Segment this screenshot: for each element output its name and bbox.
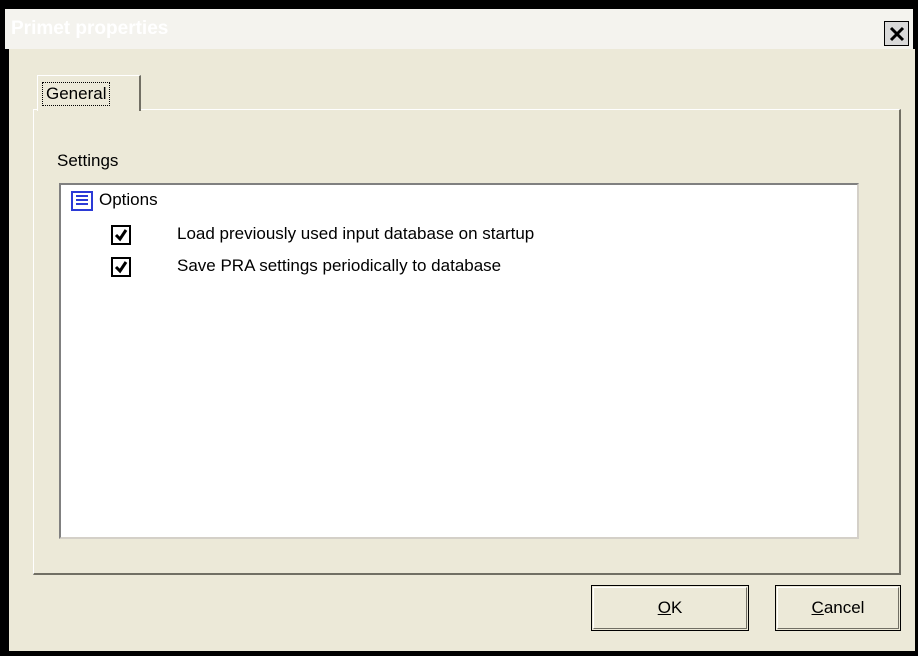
dialog-client-area: General Settings Options Load previously… <box>9 49 915 651</box>
tab-general[interactable]: General <box>37 75 141 111</box>
cancel-mnemonic: C <box>811 598 824 617</box>
check-icon <box>114 261 128 274</box>
ok-button-label: OK <box>658 598 683 618</box>
ok-mnemonic: O <box>657 598 671 617</box>
settings-group-label: Settings <box>57 151 119 170</box>
cancel-button[interactable]: Cancel <box>775 585 901 631</box>
title-bar[interactable]: Primet properties <box>5 9 913 49</box>
close-icon <box>889 26 904 41</box>
list-document-icon <box>71 191 93 211</box>
cancel-button-label: Cancel <box>812 598 865 618</box>
options-node-label: Options <box>99 190 158 209</box>
settings-list[interactable]: Options Load previously used input datab… <box>59 183 859 539</box>
ok-rest: K <box>670 598 683 617</box>
check-icon <box>114 229 128 242</box>
window-frame <box>2 1 5 655</box>
ok-button[interactable]: OK <box>591 585 749 631</box>
save-pra-checkbox[interactable] <box>111 257 131 277</box>
load-database-label: Load previously used input database on s… <box>177 224 535 243</box>
cancel-rest: ancel <box>823 598 865 617</box>
save-pra-label: Save PRA settings periodically to databa… <box>177 256 502 275</box>
dialog-window: Primet properties General Settings Optio… <box>0 0 918 656</box>
close-button[interactable] <box>884 21 909 46</box>
window-title: Primet properties <box>11 18 169 39</box>
window-bottom-frame <box>1 651 917 655</box>
load-database-checkbox[interactable] <box>111 225 131 245</box>
tab-general-label: General <box>42 82 111 106</box>
